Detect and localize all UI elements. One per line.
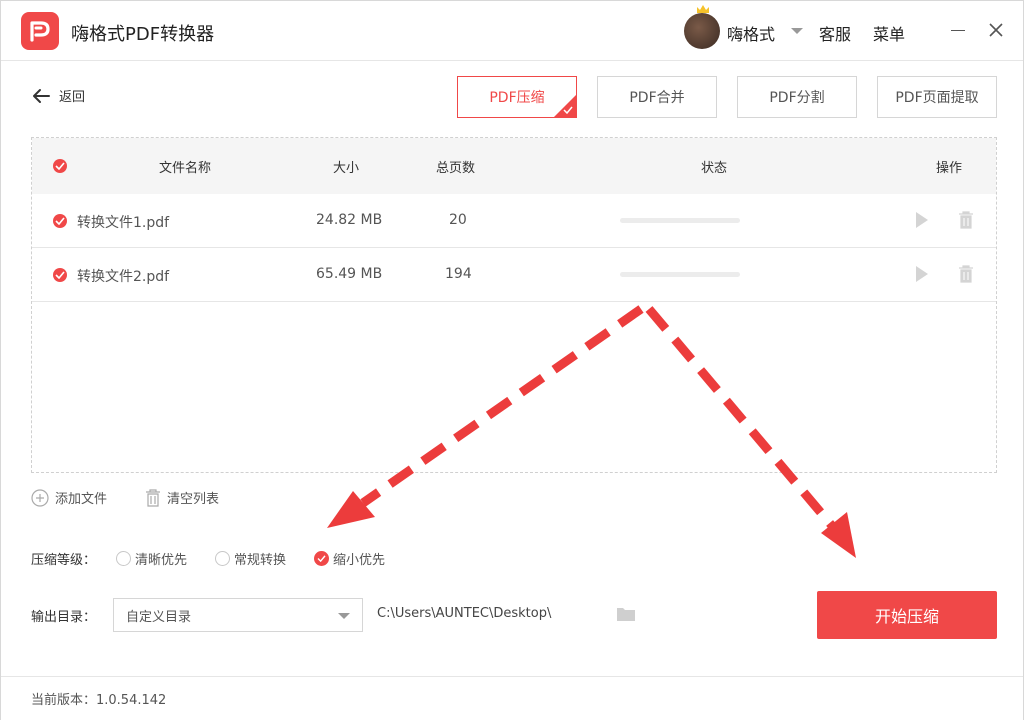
chevron-down-icon bbox=[338, 613, 350, 619]
file-pages: 194 bbox=[445, 266, 472, 282]
radio-clarity-first[interactable]: 清晰优先 bbox=[116, 549, 187, 568]
radio-label: 缩小优先 bbox=[333, 553, 386, 568]
avatar[interactable] bbox=[684, 5, 720, 49]
file-size: 24.82 MB bbox=[316, 212, 383, 228]
back-label: 返回 bbox=[59, 90, 86, 105]
menu-button[interactable]: 菜单 bbox=[873, 21, 905, 45]
radio-dot bbox=[215, 551, 230, 566]
radio-smallest-first[interactable]: 缩小优先 bbox=[314, 549, 385, 568]
header-file-name: 文件名称 bbox=[159, 161, 212, 176]
trash-outline-icon bbox=[146, 488, 160, 507]
tab-label: PDF页面提取 bbox=[895, 90, 979, 106]
clear-list-label: 清空列表 bbox=[167, 492, 220, 507]
plus-circle-icon bbox=[31, 488, 49, 507]
header-actions: 操作 bbox=[936, 161, 963, 176]
crown-icon bbox=[697, 5, 709, 13]
username[interactable]: 嗨格式 bbox=[727, 21, 775, 45]
close-icon[interactable] bbox=[988, 22, 1004, 38]
tab-label: PDF分割 bbox=[769, 90, 825, 106]
arrow-left-icon bbox=[33, 88, 50, 103]
header-pages: 总页数 bbox=[436, 161, 476, 176]
table-row: 转换文件2.pdf 65.49 MB 194 bbox=[32, 248, 996, 302]
tab-label: PDF压缩 bbox=[489, 90, 545, 106]
row-checkbox[interactable] bbox=[53, 268, 67, 282]
app-logo-icon bbox=[21, 12, 59, 50]
table-header: 文件名称 大小 总页数 状态 操作 bbox=[32, 138, 996, 194]
tab-label: PDF合并 bbox=[629, 90, 685, 106]
clear-list-button[interactable]: 清空列表 bbox=[145, 488, 219, 507]
file-pages: 20 bbox=[449, 212, 467, 228]
user-dropdown-icon[interactable] bbox=[791, 28, 803, 34]
file-name: 转换文件1.pdf bbox=[77, 215, 170, 231]
output-dir-select[interactable]: 自定义目录 bbox=[113, 598, 363, 632]
header-size: 大小 bbox=[333, 161, 360, 176]
trash-icon[interactable] bbox=[958, 210, 974, 230]
check-icon bbox=[55, 217, 65, 225]
arrowhead-right bbox=[821, 512, 856, 558]
status-bar: 当前版本：1.0.54.142 bbox=[1, 676, 1023, 720]
table-row: 转换文件1.pdf 24.82 MB 20 bbox=[32, 194, 996, 248]
app-window: 嗨格式PDF转换器 嗨格式 客服 菜单 返回 PDF压缩 PDF合并 PDF分割 bbox=[0, 0, 1024, 720]
file-table: 文件名称 大小 总页数 状态 操作 转换文件1.pdf 24.82 MB 20 bbox=[31, 137, 997, 473]
radio-label: 清晰优先 bbox=[135, 553, 188, 568]
trash-icon[interactable] bbox=[958, 264, 974, 284]
check-icon bbox=[55, 271, 65, 279]
tab-pdf-page-extract[interactable]: PDF页面提取 bbox=[877, 76, 997, 118]
select-all-checkbox[interactable] bbox=[53, 159, 67, 173]
output-path: C:\Users\AUNTEC\Desktop\ bbox=[377, 606, 552, 621]
version-text: 当前版本：1.0.54.142 bbox=[31, 693, 167, 708]
file-size: 65.49 MB bbox=[316, 266, 383, 282]
add-file-label: 添加文件 bbox=[55, 492, 108, 507]
radio-dot-selected bbox=[314, 551, 329, 566]
tab-pdf-compress[interactable]: PDF压缩 bbox=[457, 76, 577, 118]
title-bar: 嗨格式PDF转换器 嗨格式 客服 菜单 bbox=[1, 1, 1023, 61]
file-name: 转换文件2.pdf bbox=[77, 269, 170, 285]
tab-pdf-merge[interactable]: PDF合并 bbox=[597, 76, 717, 118]
check-icon bbox=[563, 106, 573, 114]
app-title: 嗨格式PDF转换器 bbox=[71, 24, 215, 45]
minimize-icon[interactable] bbox=[951, 30, 965, 31]
header-status: 状态 bbox=[701, 161, 728, 176]
compression-level-label: 压缩等级： bbox=[31, 553, 97, 568]
add-file-button[interactable]: 添加文件 bbox=[31, 488, 107, 507]
progress-bar bbox=[620, 272, 740, 277]
progress-bar bbox=[620, 218, 740, 223]
start-compress-button[interactable]: 开始压缩 bbox=[817, 591, 997, 639]
service-button[interactable]: 客服 bbox=[819, 21, 851, 45]
row-checkbox[interactable] bbox=[53, 214, 67, 228]
select-value: 自定义目录 bbox=[126, 609, 192, 625]
radio-label: 常规转换 bbox=[234, 553, 287, 568]
check-icon bbox=[317, 555, 326, 562]
radio-normal[interactable]: 常规转换 bbox=[215, 549, 286, 568]
check-icon bbox=[55, 162, 65, 170]
radio-dot bbox=[116, 551, 131, 566]
play-icon[interactable] bbox=[914, 264, 930, 284]
folder-icon[interactable] bbox=[616, 606, 636, 622]
tab-pdf-split[interactable]: PDF分割 bbox=[737, 76, 857, 118]
play-icon[interactable] bbox=[914, 210, 930, 230]
back-button[interactable]: 返回 bbox=[31, 86, 85, 105]
output-dir-label: 输出目录： bbox=[31, 610, 97, 625]
arrowhead-left bbox=[327, 491, 375, 528]
